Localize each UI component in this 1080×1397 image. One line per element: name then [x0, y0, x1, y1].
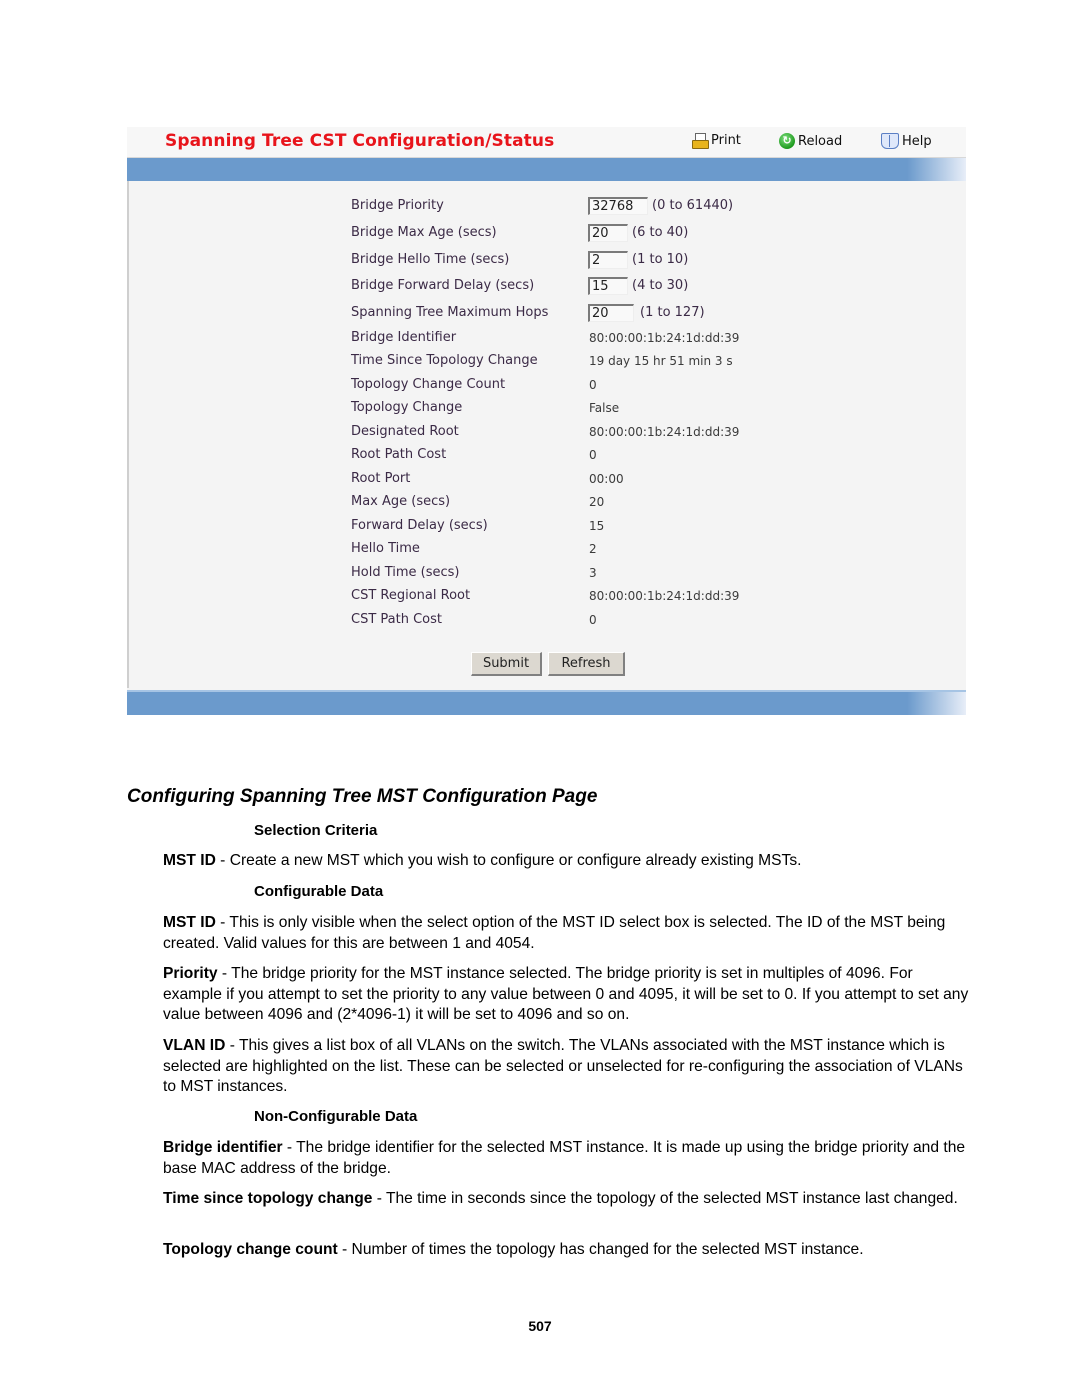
paragraph-priority: Priority - The bridge priority for the M… — [163, 964, 973, 1026]
footer-bar — [127, 690, 966, 715]
bridge-forward-delay-input[interactable] — [588, 277, 628, 295]
bridge-max-age-range: (6 to 40) — [632, 225, 689, 240]
bridge-hello-time-input[interactable] — [588, 251, 628, 269]
bridge-forward-delay-label: Bridge Forward Delay (secs) — [351, 278, 535, 293]
bridge-max-age-label: Bridge Max Age (secs) — [351, 225, 497, 240]
bridge-priority-label: Bridge Priority — [351, 198, 444, 213]
status-label: Forward Delay (secs) — [351, 518, 488, 533]
term: Topology change count — [163, 1241, 338, 1258]
status-label: CST Regional Root — [351, 588, 471, 603]
description: - This gives a list box of all VLANs on … — [163, 1037, 963, 1095]
print-label: Print — [711, 133, 741, 148]
section-heading: Configuring Spanning Tree MST Configurat… — [127, 786, 598, 807]
form-area: Bridge Priority (0 to 61440) Bridge Max … — [127, 181, 966, 688]
help-button[interactable]: Help — [881, 133, 932, 149]
paragraph-mst-id: MST ID - This is only visible when the s… — [163, 913, 973, 954]
help-book-icon — [881, 133, 899, 149]
description: - The time in seconds since the topology… — [372, 1190, 958, 1207]
description: - This is only visible when the select o… — [163, 914, 946, 952]
bridge-priority-range: (0 to 61440) — [652, 198, 734, 213]
term: Priority — [163, 965, 218, 982]
term: MST ID — [163, 852, 216, 869]
status-value: 0 — [589, 613, 597, 627]
status-label: Topology Change — [351, 400, 463, 415]
print-button[interactable]: Print — [692, 133, 741, 149]
max-hops-range: (1 to 127) — [640, 305, 705, 320]
description: - Create a new MST which you wish to con… — [215, 852, 802, 869]
status-value: 80:00:00:1b:24:1d:dd:39 — [589, 425, 740, 439]
status-value: 80:00:00:1b:24:1d:dd:39 — [589, 331, 740, 345]
bridge-forward-delay-range: (4 to 30) — [632, 278, 689, 293]
status-value: False — [589, 401, 620, 415]
printer-icon — [692, 133, 709, 149]
paragraph-vlan-id: VLAN ID - This gives a list box of all V… — [163, 1036, 973, 1098]
status-label: Root Port — [351, 471, 411, 486]
header-bar — [127, 158, 966, 181]
status-label: Bridge Identifier — [351, 330, 457, 345]
page-number: 507 — [528, 1318, 552, 1334]
status-label: Designated Root — [351, 424, 459, 439]
term: MST ID — [163, 914, 216, 931]
term: Bridge identifier — [163, 1139, 283, 1156]
status-label: Hold Time (secs) — [351, 565, 460, 580]
status-value: 0 — [589, 448, 597, 462]
panel-header: Spanning Tree CST Configuration/Status P… — [127, 127, 966, 158]
subheading-selection-criteria: Selection Criteria — [254, 822, 378, 839]
reload-icon: ↻ — [779, 133, 795, 149]
status-label: CST Path Cost — [351, 612, 442, 627]
bridge-max-age-input[interactable] — [588, 224, 628, 242]
reload-label: Reload — [798, 133, 843, 149]
status-value: 15 — [589, 519, 605, 533]
paragraph-mst-id-selection: MST ID - Create a new MST which you wish… — [163, 851, 973, 872]
status-label: Topology Change Count — [351, 377, 506, 392]
status-label: Hello Time — [351, 541, 420, 556]
refresh-button[interactable]: Refresh — [548, 652, 625, 676]
description: - Number of times the topology has chang… — [337, 1241, 864, 1258]
status-value: 2 — [589, 542, 597, 556]
status-label: Max Age (secs) — [351, 494, 451, 509]
term: Time since topology change — [163, 1190, 373, 1207]
status-value: 00:00 — [589, 472, 624, 486]
submit-button[interactable]: Submit — [471, 652, 542, 676]
stp-cst-panel: Spanning Tree CST Configuration/Status P… — [127, 127, 966, 715]
status-value: 3 — [589, 566, 597, 580]
description: - The bridge identifier for the selected… — [163, 1139, 966, 1177]
help-label: Help — [902, 133, 932, 149]
status-value: 20 — [589, 495, 605, 509]
paragraph-topology-change-count: Topology change count - Number of times … — [163, 1240, 973, 1261]
subheading-configurable-data: Configurable Data — [254, 883, 384, 900]
status-label: Time Since Topology Change — [351, 353, 538, 368]
panel-title: Spanning Tree CST Configuration/Status — [165, 131, 555, 151]
reload-button[interactable]: ↻ Reload — [779, 133, 842, 149]
status-value: 19 day 15 hr 51 min 3 s — [589, 354, 733, 368]
bridge-priority-input[interactable] — [588, 197, 648, 215]
status-value: 0 — [589, 378, 597, 392]
bridge-hello-time-range: (1 to 10) — [632, 252, 689, 267]
subheading-non-configurable-data: Non-Configurable Data — [254, 1108, 418, 1125]
term: VLAN ID — [163, 1037, 226, 1054]
description: - The bridge priority for the MST instan… — [163, 965, 969, 1023]
paragraph-bridge-identifier: Bridge identifier - The bridge identifie… — [163, 1138, 973, 1179]
bridge-hello-time-label: Bridge Hello Time (secs) — [351, 252, 510, 267]
status-value: 80:00:00:1b:24:1d:dd:39 — [589, 589, 740, 603]
paragraph-time-since-change: Time since topology change - The time in… — [163, 1189, 973, 1210]
status-label: Root Path Cost — [351, 447, 447, 462]
max-hops-label: Spanning Tree Maximum Hops — [351, 305, 549, 320]
max-hops-input[interactable] — [588, 304, 634, 322]
